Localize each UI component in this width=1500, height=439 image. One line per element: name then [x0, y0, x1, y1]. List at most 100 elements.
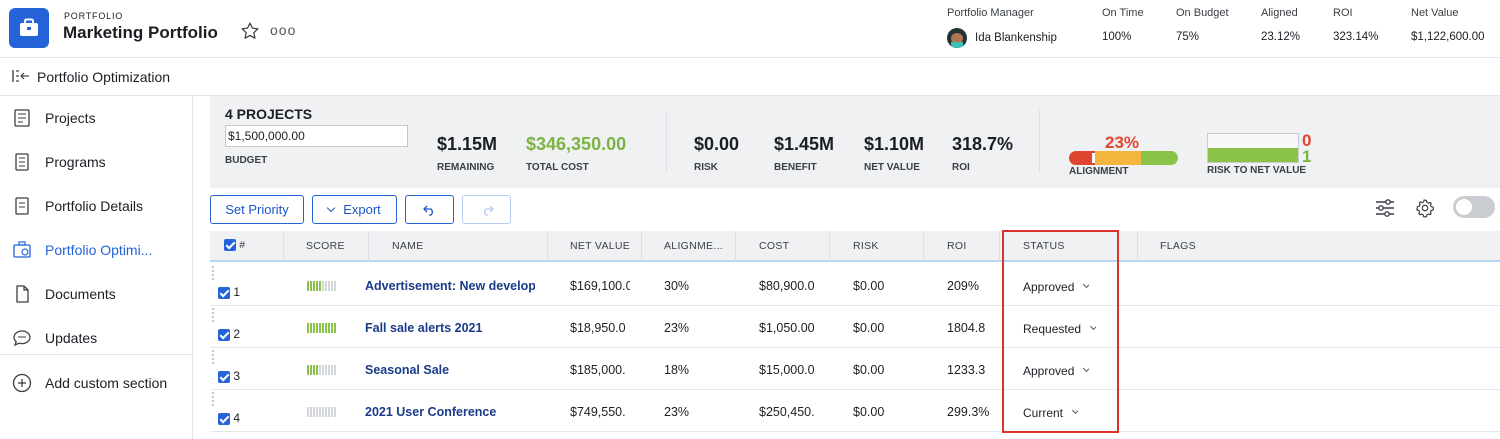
row-checkbox[interactable]: [218, 412, 230, 425]
table-row[interactable]: 4 2021 User Conference $749,550. 23% $25…: [210, 390, 1500, 432]
stat-remaining: $1.15M REMAINING: [437, 134, 497, 173]
project-name-link[interactable]: 2021 User Conference: [365, 405, 535, 419]
drag-handle[interactable]: [212, 266, 214, 280]
score-tick: [319, 323, 321, 333]
sidebar-item-documents[interactable]: Documents: [0, 272, 192, 316]
undo-button[interactable]: [405, 195, 454, 224]
score-tick: [310, 365, 312, 375]
sidebar-item-projects[interactable]: Projects: [0, 96, 192, 140]
score-tick: [319, 281, 321, 291]
stat-benefit: $1.45M BENEFIT: [774, 134, 834, 173]
score-tick: [313, 365, 315, 375]
more-options-icon[interactable]: ooo: [270, 22, 296, 38]
collapse-panel-icon[interactable]: [12, 69, 30, 88]
row-select[interactable]: 4: [218, 411, 240, 425]
col-divider: [283, 231, 284, 262]
score-tick: [319, 365, 321, 375]
risk-label: RISK TO NET VALUE: [1207, 165, 1307, 176]
col-divider: [547, 231, 548, 262]
row-select[interactable]: 1: [218, 285, 240, 299]
stat-label: NET VALUE: [864, 162, 920, 173]
score-tick: [316, 281, 318, 291]
score-tick: [310, 323, 312, 333]
stat-value: $1.45M: [774, 134, 835, 154]
cell-risk: $0.00: [853, 279, 885, 293]
alignment-gauge-red: [1069, 151, 1096, 165]
page-title: Marketing Portfolio: [63, 23, 218, 42]
metric-value: 75%: [1176, 31, 1200, 43]
col-score[interactable]: SCORE: [306, 240, 345, 252]
row-checkbox[interactable]: [218, 370, 230, 383]
add-custom-section-button[interactable]: Add custom section: [0, 361, 192, 405]
metric-on-budget: On Budget 75%: [1176, 7, 1229, 43]
cell-net-value: $749,550.: [570, 405, 626, 419]
score-tick: [334, 407, 336, 417]
cell-risk: $0.00: [853, 363, 885, 377]
stat-label: RISK: [694, 162, 718, 173]
score-bar: [307, 281, 336, 291]
row-select[interactable]: 3: [218, 369, 240, 383]
table-row[interactable]: 1 Advertisement: New developm $169,100.0…: [210, 264, 1500, 306]
metric-portfolio-manager: Portfolio Manager Ida Blankenship: [947, 7, 1057, 48]
score-tick: [325, 281, 327, 291]
col-net-value[interactable]: NET VALUE: [570, 240, 630, 252]
stat-label: ROI: [952, 162, 970, 173]
budget-input[interactable]: [225, 125, 408, 147]
col-divider: [829, 231, 830, 262]
score-tick: [331, 407, 333, 417]
col-cost[interactable]: COST: [759, 240, 789, 252]
breadcrumb: PORTFOLIO: [64, 11, 124, 21]
drag-handle[interactable]: [212, 392, 214, 406]
project-count: 4 PROJECTS: [225, 106, 313, 122]
alignment-percent: 23%: [1105, 133, 1140, 152]
table-row[interactable]: 2 Fall sale alerts 2021 $18,950.0 23% $1…: [210, 306, 1500, 348]
star-icon[interactable]: [240, 21, 260, 46]
col-name[interactable]: NAME: [392, 240, 424, 252]
sidebar: Projects Programs Portfolio Details Port…: [0, 96, 193, 439]
table-row[interactable]: 3 Seasonal Sale $185,000. 18% $15,000.0 …: [210, 348, 1500, 390]
score-tick: [328, 281, 330, 291]
score-tick: [310, 281, 312, 291]
score-tick: [307, 407, 309, 417]
export-button[interactable]: Export: [312, 195, 397, 224]
manager-name[interactable]: Ida Blankenship: [975, 32, 1057, 44]
section-header: Portfolio Optimization: [0, 58, 1500, 96]
metric-label: Portfolio Manager: [947, 7, 1034, 19]
col-alignment[interactable]: ALIGNME...: [664, 240, 723, 252]
col-divider: [999, 231, 1000, 262]
row-checkbox[interactable]: [218, 328, 230, 341]
sidebar-item-label: Projects: [45, 110, 96, 126]
col-roi[interactable]: ROI: [947, 240, 967, 252]
row-select[interactable]: 2: [218, 327, 240, 341]
drag-handle[interactable]: [212, 308, 214, 322]
stat-roi: 318.7% ROI: [952, 134, 1013, 173]
col-flags[interactable]: FLAGS: [1160, 240, 1196, 252]
row-checkbox[interactable]: [218, 286, 230, 299]
project-name-link[interactable]: Fall sale alerts 2021: [365, 321, 535, 335]
export-label: Export: [343, 202, 381, 217]
project-name-link[interactable]: Advertisement: New developm: [365, 279, 535, 293]
risk-gauge: [1207, 133, 1299, 163]
select-all-checkbox[interactable]: #: [224, 239, 245, 252]
drag-handle[interactable]: [212, 350, 214, 364]
budget-label: BUDGET: [225, 155, 268, 166]
project-name-link[interactable]: Seasonal Sale: [365, 363, 535, 377]
score-tick: [322, 323, 324, 333]
col-risk[interactable]: RISK: [853, 240, 879, 252]
alignment-label: ALIGNMENT: [1069, 166, 1129, 177]
set-priority-button[interactable]: Set Priority: [210, 195, 304, 224]
sidebar-divider: [0, 354, 192, 355]
score-tick: [334, 365, 336, 375]
view-toggle[interactable]: [1453, 196, 1495, 218]
score-tick: [322, 407, 324, 417]
redo-button[interactable]: [462, 195, 511, 224]
sidebar-item-portfolio-details[interactable]: Portfolio Details: [0, 184, 192, 228]
sidebar-item-label: Portfolio Optimi...: [45, 242, 153, 258]
stat-value: 318.7%: [952, 134, 1014, 154]
cell-roi: 209%: [947, 279, 979, 293]
sidebar-item-portfolio-optimization[interactable]: Portfolio Optimi...: [0, 228, 192, 272]
sidebar-item-programs[interactable]: Programs: [0, 140, 192, 184]
gear-icon[interactable]: [1414, 197, 1436, 224]
divider: [666, 110, 667, 172]
filter-sliders-icon[interactable]: [1374, 197, 1396, 224]
